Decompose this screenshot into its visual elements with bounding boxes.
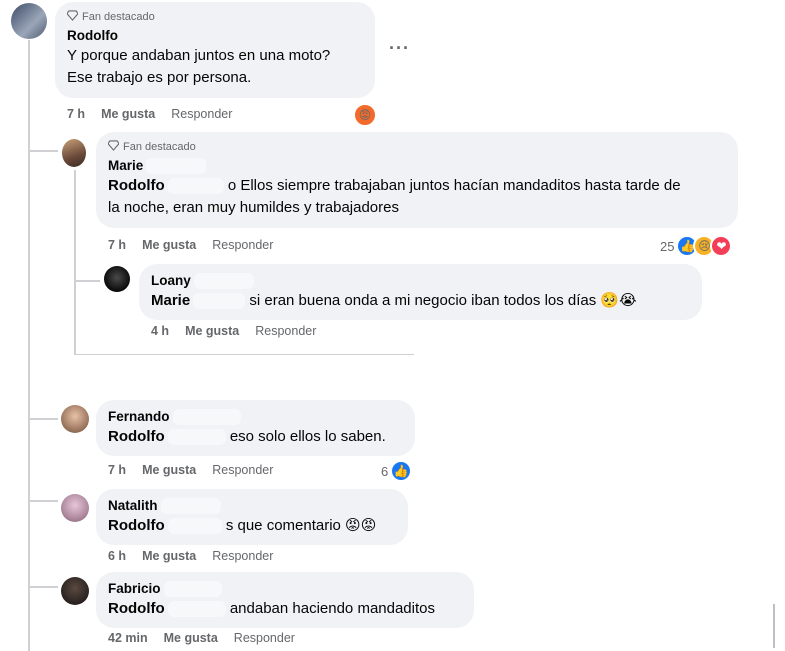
timestamp[interactable]: 7 h	[67, 107, 85, 121]
redaction	[193, 293, 246, 310]
mention-link[interactable]: Rodolfo	[108, 428, 165, 445]
like-button[interactable]: Me gusta	[185, 324, 239, 338]
reply-button[interactable]: Responder	[255, 324, 316, 338]
avatar[interactable]	[61, 577, 89, 605]
like-button[interactable]: Me gusta	[142, 549, 196, 563]
timestamp[interactable]: 6 h	[108, 549, 126, 563]
reaction-summary[interactable]: 6 👍	[381, 460, 413, 482]
reply-button[interactable]: Responder	[212, 238, 273, 252]
more-options-button[interactable]: ···	[389, 38, 410, 59]
mention-link[interactable]: Rodolfo	[108, 177, 165, 194]
timestamp[interactable]: 7 h	[108, 463, 126, 477]
reply-button[interactable]: Responder	[212, 549, 273, 563]
angry-emoji-icon: 😡	[353, 103, 377, 127]
reply-button[interactable]: Responder	[234, 631, 295, 645]
comment-bubble: Fan destacado Marie Rodolfo o Ellos siem…	[96, 132, 738, 228]
comment-author[interactable]: Fabricio	[108, 580, 462, 598]
comment-text-line2: Ese trabajo es por persona.	[67, 69, 252, 86]
timestamp[interactable]: 42 min	[108, 631, 148, 645]
love-reaction-icon: ❤	[710, 235, 733, 257]
redaction	[160, 498, 221, 515]
redaction	[163, 581, 222, 598]
thread-connector-loany	[74, 258, 100, 282]
mention-link[interactable]: Marie	[151, 292, 190, 309]
comment-text: Marie si eran buena onda a mi negocio ib…	[151, 292, 637, 310]
thread-connector-marie	[28, 120, 58, 152]
like-button[interactable]: Me gusta	[142, 238, 196, 252]
timestamp[interactable]: 7 h	[108, 238, 126, 252]
thread-connector-fernando	[28, 398, 58, 420]
reaction-count: 25	[660, 238, 675, 254]
avatar[interactable]	[62, 139, 86, 167]
reaction-summary[interactable]: 😡	[353, 103, 377, 127]
comment-bubble: Fernando Rodolfo eso solo ellos lo saben…	[96, 400, 415, 456]
comment-bubble: Fabricio Rodolfo andaban haciendo mandad…	[96, 572, 474, 628]
thread-connector-natalith	[28, 480, 58, 502]
reply-button[interactable]: Responder	[171, 107, 232, 121]
comment-text-line1: Y porque andaban juntos en una moto?	[67, 47, 331, 64]
comment-actions: 4 h Me gusta Responder	[151, 324, 316, 338]
thread-bottom-marie	[74, 354, 414, 355]
avatar[interactable]	[61, 494, 89, 522]
redaction	[167, 518, 222, 535]
comment-bubble: Fan destacado Rodolfo Y porque andaban j…	[55, 2, 375, 98]
comment-bubble: Natalith Rodolfo s que comentario 😡😡	[96, 489, 408, 545]
mention-link[interactable]: Rodolfo	[108, 517, 165, 534]
comment-text-line1: Rodolfo o Ellos siempre trabajaban junto…	[108, 177, 681, 195]
comment-author[interactable]: Natalith	[108, 497, 396, 515]
comment-author[interactable]: Fernando	[108, 408, 403, 426]
redaction	[167, 601, 226, 618]
like-reaction-icon: 👍	[390, 460, 413, 482]
diamond-icon	[66, 10, 79, 24]
reply-button[interactable]: Responder	[212, 463, 273, 477]
comment-author[interactable]: Rodolfo	[67, 27, 363, 45]
top-fan-badge: Fan destacado	[107, 140, 726, 154]
diamond-icon	[107, 140, 120, 154]
comment-text: Rodolfo s que comentario 😡😡	[108, 517, 377, 535]
comment-actions: 7 h Me gusta Responder	[108, 238, 273, 252]
comment-bubble: Loany Marie si eran buena onda a mi nego…	[139, 264, 702, 320]
scrollbar[interactable]	[773, 604, 775, 648]
thread-connector-fabricio	[28, 566, 58, 588]
like-button[interactable]: Me gusta	[164, 631, 218, 645]
timestamp[interactable]: 4 h	[151, 324, 169, 338]
comment-actions: 6 h Me gusta Responder	[108, 549, 273, 563]
redaction	[193, 273, 254, 290]
comment-actions: 7 h Me gusta Responder	[67, 107, 232, 121]
redaction	[172, 409, 241, 426]
comment-author[interactable]: Loany	[151, 272, 690, 290]
reaction-summary[interactable]: 25 👍 😢 ❤	[660, 235, 733, 257]
avatar[interactable]	[61, 405, 89, 433]
top-fan-badge: Fan destacado	[66, 10, 363, 24]
like-button[interactable]: Me gusta	[142, 463, 196, 477]
comment-text: Rodolfo andaban haciendo mandaditos	[108, 600, 435, 618]
redaction	[167, 429, 226, 446]
comment-text-line2: la noche, eran muy humildes y trabajador…	[108, 199, 399, 216]
like-button[interactable]: Me gusta	[101, 107, 155, 121]
avatar[interactable]	[104, 266, 130, 292]
mention-link[interactable]: Rodolfo	[108, 600, 165, 617]
avatar[interactable]	[11, 3, 47, 39]
comment-actions: 42 min Me gusta Responder	[108, 631, 295, 645]
redaction	[167, 178, 224, 195]
comment-actions: 7 h Me gusta Responder	[108, 463, 273, 477]
comment-text: Rodolfo eso solo ellos lo saben.	[108, 428, 386, 446]
reaction-count: 6	[381, 463, 389, 479]
comment-author[interactable]: Marie	[108, 157, 726, 175]
redaction	[146, 158, 207, 175]
